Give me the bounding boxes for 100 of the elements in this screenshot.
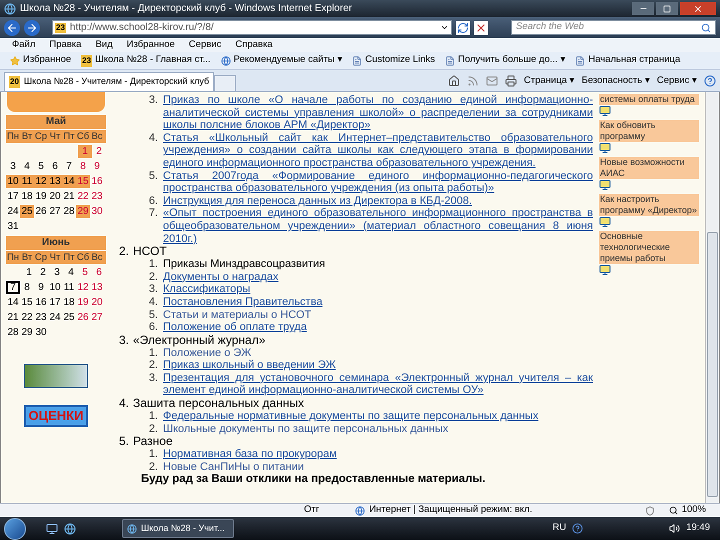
calendar-day[interactable]: 28: [62, 205, 76, 218]
document-link[interactable]: Приказ школьный о введении ЭЖ: [163, 359, 336, 372]
calendar-day[interactable]: 22: [20, 311, 34, 324]
calendar-day[interactable]: 25: [20, 205, 34, 218]
document-link[interactable]: Инструкция для переноса данных из Директора в КБД-2008.: [163, 194, 472, 208]
calendar-day[interactable]: 30: [34, 326, 48, 339]
calendar-day[interactable]: 24: [6, 205, 20, 218]
home-icon[interactable]: [448, 74, 460, 87]
command-menu[interactable]: Сервис ▾: [656, 74, 697, 88]
calendar-day[interactable]: 4: [64, 266, 78, 279]
calendar-day[interactable]: 23: [34, 311, 48, 324]
menu-item[interactable]: Правка: [49, 38, 82, 52]
calendar-day[interactable]: 29: [20, 326, 34, 339]
calendar-day[interactable]: 20: [90, 296, 104, 309]
document-link[interactable]: Федеральные нормативные документы по защите персональных данных: [163, 410, 538, 423]
menu-item[interactable]: Сервис: [188, 38, 222, 52]
document-link[interactable]: Нормативная база по прокурорам: [163, 448, 337, 461]
menu-item[interactable]: Избранное: [126, 38, 175, 52]
calendar-day[interactable]: 27: [90, 311, 104, 324]
calendar-day[interactable]: 23: [90, 190, 104, 203]
calendar-day[interactable]: 15: [20, 296, 34, 309]
sidebar-link[interactable]: системы оплаты труда: [599, 94, 699, 105]
search-field[interactable]: Search the Web: [511, 20, 716, 35]
calendar-day[interactable]: 16: [90, 175, 104, 188]
favorites-button[interactable]: Избранное: [10, 53, 72, 68]
browser-icon[interactable]: [64, 522, 76, 534]
menu-item[interactable]: Файл: [12, 38, 36, 52]
calendar-day[interactable]: 21: [6, 311, 20, 324]
calendar-day[interactable]: 4: [20, 160, 34, 173]
address-field[interactable]: 23 http://www.school28-kirov.ru/?/8/: [52, 20, 452, 35]
help-icon[interactable]: [572, 523, 584, 534]
calendar-day[interactable]: 6: [48, 160, 62, 173]
calendar-day[interactable]: 10: [6, 175, 20, 188]
feed-icon[interactable]: [466, 74, 479, 87]
calendar-day[interactable]: 17: [6, 190, 20, 203]
calendar-day[interactable]: 8: [20, 281, 34, 294]
desktop-icon[interactable]: [46, 522, 58, 534]
command-menu[interactable]: Страница ▾: [524, 74, 575, 88]
sidebar-link[interactable]: Как настроить программу «Директор»: [599, 194, 699, 216]
calendar-day[interactable]: 19: [76, 296, 90, 309]
document-link[interactable]: Постановления Правительства: [163, 296, 322, 308]
calendar-day[interactable]: 19: [34, 190, 48, 203]
maximize-button[interactable]: [656, 2, 678, 15]
favorite-link[interactable]: Рекомендуемые сайты ▾: [220, 53, 342, 68]
minimize-button[interactable]: [632, 2, 654, 15]
stop-button[interactable]: [474, 20, 488, 34]
document-link[interactable]: Статья «Школьный сайт как Интернет–представительство образовательного учреждения» о создании сайта школы как следующего этапа в формировании единого информационного пространства образовательного учреждения.: [163, 132, 593, 170]
banner-image[interactable]: [24, 364, 88, 388]
print-icon[interactable]: [504, 74, 517, 87]
document-link[interactable]: Классификаторы: [163, 283, 250, 296]
calendar-day[interactable]: 21: [62, 190, 76, 203]
calendar-day[interactable]: 13: [48, 175, 62, 188]
calendar-day[interactable]: 26: [34, 205, 48, 218]
calendar-day[interactable]: 16: [34, 296, 48, 309]
calendar-day[interactable]: 3: [6, 160, 20, 173]
calendar-day[interactable]: 12: [76, 281, 90, 294]
browser-tab[interactable]: 20 Школа №28 - Учителям - Директорский клуб: [4, 72, 214, 91]
document-link[interactable]: Приказ по школе «О начале работы по созданию единой информационно-аналитической системы управления школой» о распределении за сотрудниками школы полсние блоков АРМ «Директор»: [163, 94, 593, 132]
document-link[interactable]: «Опыт построения единого образовательного информационного пространства в общеобразовательном учреждении» (материал областного совещания 8 июня 2010г.): [163, 207, 593, 246]
calendar-day[interactable]: 31: [6, 220, 20, 233]
calendar-day[interactable]: 3: [50, 266, 64, 279]
calendar-day[interactable]: 6: [92, 266, 106, 279]
sidebar-link[interactable]: Основные технологические приемы работы: [599, 231, 699, 264]
calendar-day[interactable]: 14: [6, 296, 20, 309]
calendar-day[interactable]: 22: [76, 190, 90, 203]
document-link[interactable]: Положение об оплате труда: [163, 321, 307, 334]
calendar-day[interactable]: 11: [20, 175, 34, 188]
calendar-day[interactable]: 27: [48, 205, 62, 218]
calendar-day[interactable]: 7: [62, 160, 76, 173]
calendar-day[interactable]: 9: [34, 281, 48, 294]
calendar-day[interactable]: 7: [6, 281, 20, 294]
calendar-day[interactable]: 5: [34, 160, 48, 173]
calendar-day[interactable]: 25: [62, 311, 76, 324]
calendar-day[interactable]: 18: [62, 296, 76, 309]
calendar-day[interactable]: 8: [76, 160, 90, 173]
command-menu[interactable]: Безопасность ▾: [582, 74, 650, 88]
forward-button[interactable]: [24, 20, 40, 36]
calendar-day[interactable]: 9: [90, 160, 104, 173]
menu-item[interactable]: Вид: [95, 38, 113, 52]
calendar-day[interactable]: 24: [48, 311, 62, 324]
calendar-day[interactable]: 18: [20, 190, 34, 203]
favorite-link[interactable]: Начальная страница: [575, 53, 680, 68]
close-button[interactable]: [680, 2, 716, 15]
favorite-link[interactable]: 23 Школа №28 - Главная ст...: [81, 53, 211, 68]
refresh-button[interactable]: [456, 20, 470, 34]
help-icon[interactable]: [704, 74, 716, 87]
sidebar-link[interactable]: Новые возможности АИАС: [599, 157, 699, 179]
sidebar-link[interactable]: Как обновить программу: [599, 120, 699, 142]
volume-icon[interactable]: [669, 523, 680, 534]
calendar-day[interactable]: 20: [48, 190, 62, 203]
calendar-day[interactable]: 26: [76, 311, 90, 324]
scrollbar-thumb[interactable]: [707, 232, 718, 497]
favorite-link[interactable]: Получить больше до... ▾: [444, 53, 566, 68]
document-link[interactable]: Документы о наградах: [163, 270, 278, 284]
calendar-day[interactable]: 11: [62, 281, 76, 294]
calendar-day[interactable]: 2: [36, 266, 50, 279]
start-button[interactable]: [4, 518, 26, 540]
language-indicator[interactable]: RU: [552, 521, 566, 536]
favorite-link[interactable]: Customize Links: [352, 53, 435, 68]
calendar-day[interactable]: 12: [34, 175, 48, 188]
